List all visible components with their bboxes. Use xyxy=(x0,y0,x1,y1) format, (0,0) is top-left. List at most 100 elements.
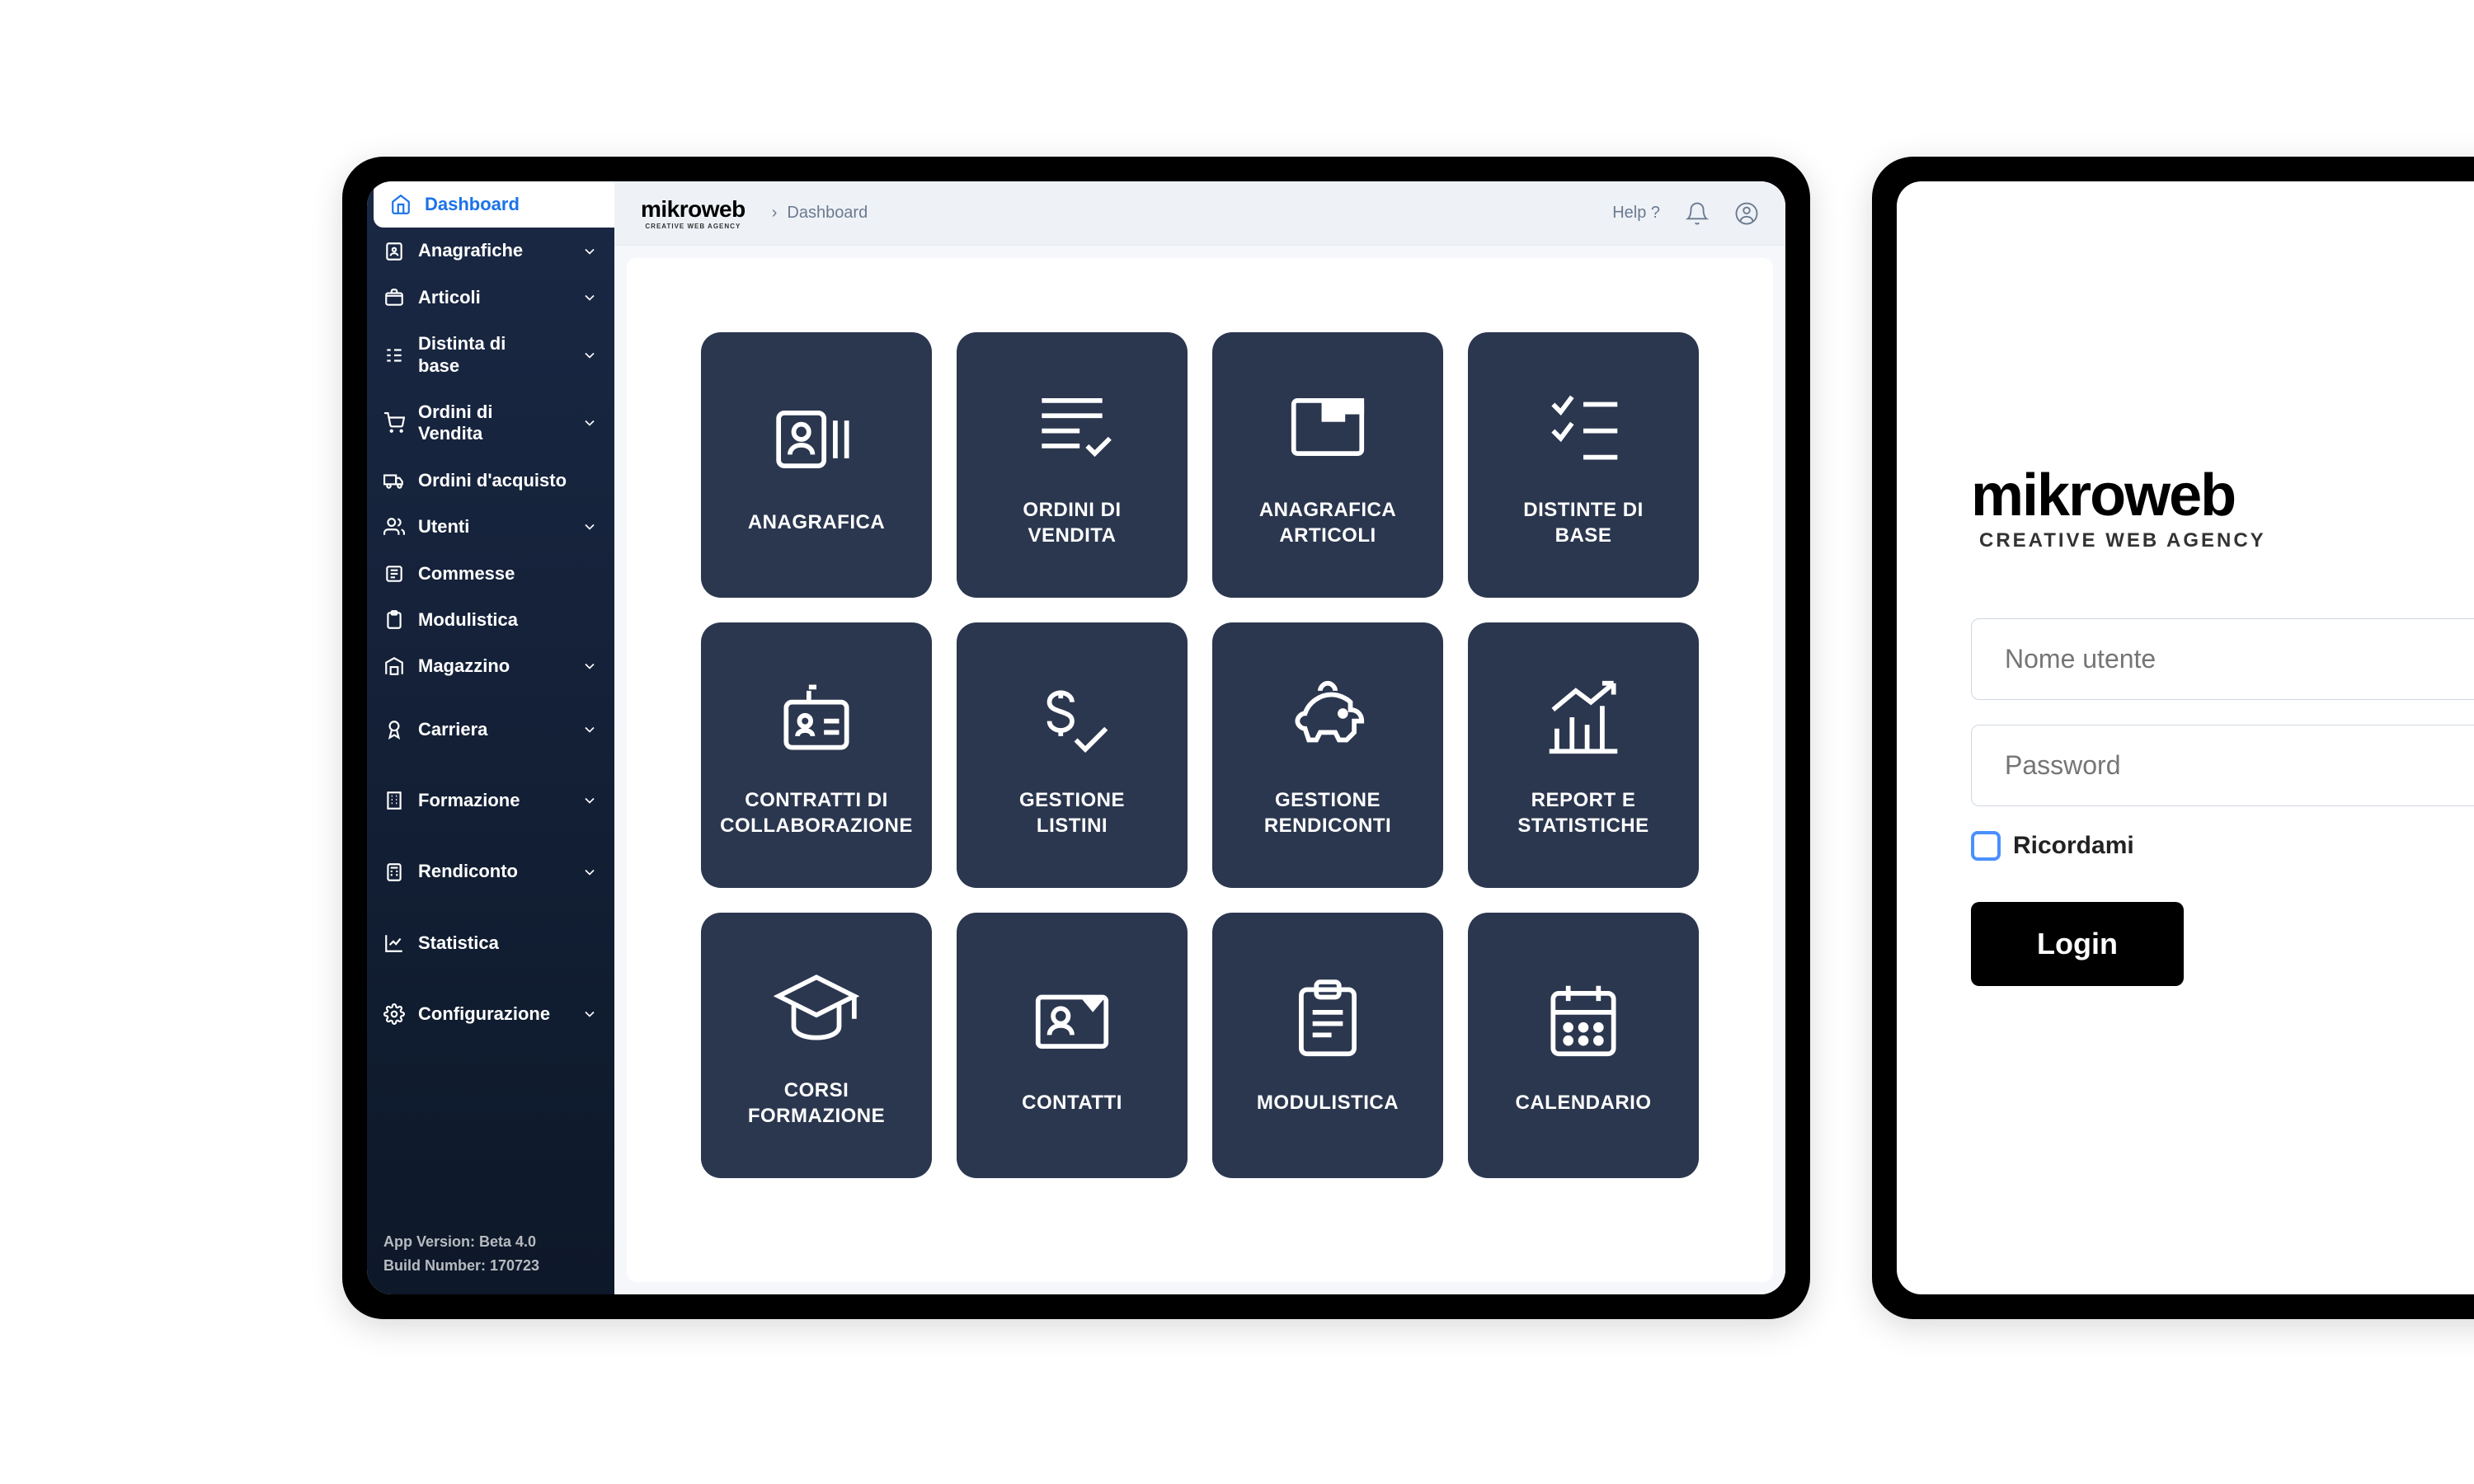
chevron-down-icon xyxy=(581,658,598,674)
sidebar-item-articoli[interactable]: Articoli xyxy=(367,275,614,321)
id-card-icon xyxy=(771,394,862,485)
main-area: mikroweb CREATIVE WEB AGENCY › Dashboard… xyxy=(614,181,1785,1294)
sidebar-item-dashboard[interactable]: Dashboard xyxy=(374,181,614,228)
sidebar-item-commesse[interactable]: Commesse xyxy=(367,551,614,597)
sidebar-item-configurazione[interactable]: Configurazione xyxy=(367,991,614,1037)
sidebar-label: Configurazione xyxy=(418,1003,581,1025)
chevron-down-icon xyxy=(581,792,598,809)
tile-anagrafica-articoli[interactable]: ANAGRAFICA ARTICOLI xyxy=(1212,332,1443,598)
breadcrumb: › Dashboard xyxy=(762,204,868,223)
sidebar-label: Ordini di Vendita xyxy=(418,402,581,445)
calculator-icon xyxy=(383,862,405,883)
remember-checkbox[interactable] xyxy=(1971,831,2001,861)
brand-tagline: CREATIVE WEB AGENCY xyxy=(641,223,745,230)
tablet-screen: Dashboard Anagrafiche Articoli xyxy=(367,181,1785,1294)
tile-label: ORDINI DI VENDITA xyxy=(1023,497,1121,548)
login-screen: mikroweb CREATIVE WEB AGENCY Ricordami D… xyxy=(1897,181,2474,1294)
help-link[interactable]: Help ? xyxy=(1612,204,1660,223)
username-input[interactable] xyxy=(1971,618,2474,700)
tile-distinte-base[interactable]: DISTINTE DI BASE xyxy=(1468,332,1699,598)
truck-icon xyxy=(383,470,405,491)
sidebar-item-rendiconto[interactable]: Rendiconto xyxy=(367,848,614,895)
graduation-cap-icon xyxy=(771,962,862,1053)
login-options-row: Ricordami Dimenticato la password xyxy=(1971,831,2474,861)
box-icon xyxy=(383,287,405,308)
brand-logo: mikroweb CREATIVE WEB AGENCY xyxy=(641,196,745,230)
sidebar-item-distinta[interactable]: Distinta di base xyxy=(367,321,614,389)
chart-growth-icon xyxy=(1538,672,1629,763)
sidebar-item-carriera[interactable]: Carriera xyxy=(367,707,614,753)
remember-wrap: Ricordami xyxy=(1971,831,2134,861)
sidebar-label: Modulistica xyxy=(418,609,598,631)
build-number-text: Build Number: 170723 xyxy=(383,1254,598,1278)
sidebar-label: Commesse xyxy=(418,563,598,585)
tile-label: ANAGRAFICA ARTICOLI xyxy=(1259,497,1396,548)
password-input[interactable] xyxy=(1971,725,2474,806)
sidebar-label: Anagrafiche xyxy=(418,240,581,261)
tile-rendiconti[interactable]: GESTIONE RENDICONTI xyxy=(1212,622,1443,888)
login-button[interactable]: Login xyxy=(1971,902,2184,986)
brand-name: mikroweb xyxy=(1971,462,2474,529)
sidebar-item-magazzino[interactable]: Magazzino xyxy=(367,643,614,689)
tablet-frame-login: mikroweb CREATIVE WEB AGENCY Ricordami D… xyxy=(1872,157,2474,1319)
sidebar: Dashboard Anagrafiche Articoli xyxy=(367,181,614,1294)
chart-icon xyxy=(383,932,405,954)
clipboard-form-icon xyxy=(1282,974,1373,1065)
tile-contatti[interactable]: CONTATTI xyxy=(957,913,1188,1178)
dashboard-content: ANAGRAFICA ORDINI DI VENDITA xyxy=(627,258,1773,1282)
tile-label: CONTRATTI DI COLLABORAZIONE xyxy=(720,787,913,838)
tile-label: REPORT E STATISTICHE xyxy=(1517,787,1649,838)
tile-label: GESTIONE RENDICONTI xyxy=(1264,787,1391,838)
sidebar-item-utenti[interactable]: Utenti xyxy=(367,504,614,550)
article-icon xyxy=(1282,382,1373,472)
tile-listini[interactable]: GESTIONE LISTINI xyxy=(957,622,1188,888)
sidebar-label: Ordini d'acquisto xyxy=(418,470,598,491)
tile-modulistica[interactable]: MODULISTICA xyxy=(1212,913,1443,1178)
sidebar-item-ordini-acquisto[interactable]: Ordini d'acquisto xyxy=(367,458,614,504)
tile-label: GESTIONE LISTINI xyxy=(1019,787,1125,838)
remember-label: Ricordami xyxy=(2013,832,2134,860)
bell-icon[interactable] xyxy=(1685,201,1710,226)
sidebar-label: Rendiconto xyxy=(418,861,581,882)
chevron-down-icon xyxy=(581,347,598,364)
breadcrumb-current: Dashboard xyxy=(787,204,868,223)
piggy-bank-icon xyxy=(1282,672,1373,763)
tablet-screen: mikroweb CREATIVE WEB AGENCY Ricordami D… xyxy=(1897,181,2474,1294)
building-icon xyxy=(383,790,405,811)
tile-corsi-formazione[interactable]: CORSI FORMAZIONE xyxy=(701,913,932,1178)
chevron-down-icon xyxy=(581,1006,598,1022)
warehouse-icon xyxy=(383,655,405,677)
tile-anagrafica[interactable]: ANAGRAFICA xyxy=(701,332,932,598)
contact-card-icon xyxy=(1027,974,1117,1065)
checklist-icon xyxy=(1538,382,1629,472)
brand-name: mikroweb xyxy=(641,196,745,223)
sidebar-item-ordini-vendita[interactable]: Ordini di Vendita xyxy=(367,389,614,458)
order-list-icon xyxy=(1027,382,1117,472)
tile-label: MODULISTICA xyxy=(1257,1090,1399,1115)
list-icon xyxy=(383,345,405,366)
tile-ordini-vendita[interactable]: ORDINI DI VENDITA xyxy=(957,332,1188,598)
sidebar-item-modulistica[interactable]: Modulistica xyxy=(367,597,614,643)
topbar-right: Help ? xyxy=(1612,201,1759,226)
tile-calendario[interactable]: CALENDARIO xyxy=(1468,913,1699,1178)
sidebar-label: Formazione xyxy=(418,790,581,811)
sidebar-footer: App Version: Beta 4.0 Build Number: 1707… xyxy=(367,1214,614,1294)
price-check-icon xyxy=(1027,672,1117,763)
sidebar-item-statistica[interactable]: Statistica xyxy=(367,920,614,966)
tile-contratti[interactable]: CONTRATTI DI COLLABORAZIONE xyxy=(701,622,932,888)
brand-tagline: CREATIVE WEB AGENCY xyxy=(1979,529,2474,552)
chevron-down-icon xyxy=(581,721,598,738)
sidebar-item-formazione[interactable]: Formazione xyxy=(367,777,614,824)
calendar-icon xyxy=(1538,974,1629,1065)
sidebar-label: Dashboard xyxy=(425,194,598,215)
user-profile-icon[interactable] xyxy=(1734,201,1759,226)
sidebar-label: Articoli xyxy=(418,287,581,308)
cart-icon xyxy=(383,412,405,434)
login-brand-logo: mikroweb CREATIVE WEB AGENCY xyxy=(1971,462,2474,552)
sidebar-item-anagrafiche[interactable]: Anagrafiche xyxy=(367,228,614,274)
tile-label: CALENDARIO xyxy=(1516,1090,1652,1115)
sidebar-label: Carriera xyxy=(418,719,581,740)
chevron-down-icon xyxy=(581,289,598,306)
briefcase-icon xyxy=(383,563,405,585)
tile-statistiche[interactable]: REPORT E STATISTICHE xyxy=(1468,622,1699,888)
